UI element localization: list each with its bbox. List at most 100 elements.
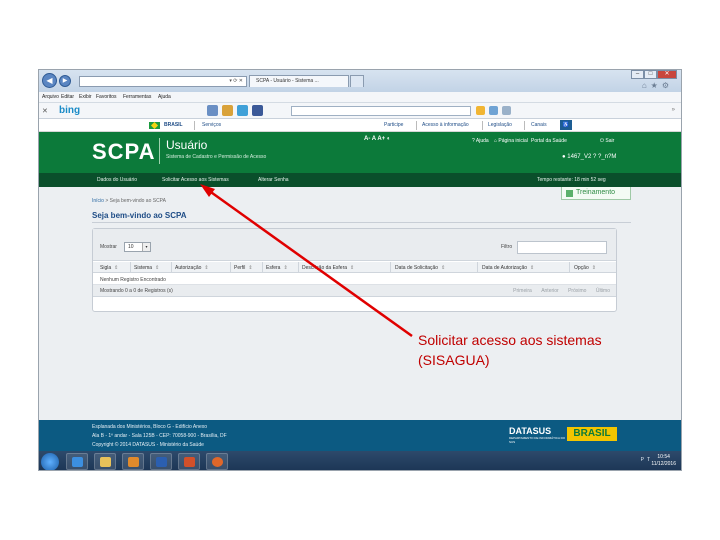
browser-tab-scpa[interactable]: SCPA - Usuário - Sistema ... [249,75,349,87]
weather-icon[interactable] [237,105,248,116]
popup-icon[interactable] [502,106,511,115]
table-info: Mostrando 0 a 0 de Registros (s) [100,288,173,294]
table-footer: Mostrando 0 a 0 de Registros (s) Primeir… [93,285,616,297]
sair-link[interactable]: ⏻ Sair [600,138,614,144]
site-footer: Esplanada dos Ministérios, Bloco G - Edi… [39,420,681,451]
nav-solicitar-acesso[interactable]: Solicitar Acesso aos Sistemas [162,177,229,183]
menu-ajuda[interactable]: Ajuda [158,94,171,100]
browser-titlebar: ◀ ▶ ▾ ⟳ ✕ SCPA - Usuário - Sistema ... –… [39,70,681,92]
empty-message: Nenhum Registro Encontrado [100,277,166,283]
address-bar[interactable]: ▾ ⟳ ✕ [79,76,247,87]
header-subtitle: Usuário [166,138,208,152]
printer-icon[interactable] [207,105,218,116]
footer-copyright: Copyright © 2014 DATASUS - Ministério da… [92,442,204,448]
site-header: SCPA Usuário Sistema de Cadastro e Permi… [39,132,681,173]
bing-toolbar: ✕ bing » [39,103,681,119]
menu-arquivo[interactable]: Arquivo [42,94,59,100]
ie-toolbar-icons[interactable]: ⌂★⚙ [642,81,673,90]
gov-bar: BRASIL Serviços Participe Acesso à infor… [39,119,681,132]
window-controls: – □ ✕ [631,70,677,79]
pager-primeira[interactable]: Primeira [513,288,532,294]
footer-address-2: Ala B - 1º andar - Sala 125B - CEP: 7005… [92,433,227,439]
pager-anterior[interactable]: Anterior [541,288,559,294]
mostrar-label: Mostrar [100,244,117,250]
bing-tail-icons [476,106,511,115]
breadcrumb: Início > Seja bem-vindo ao SCPA [92,198,166,204]
col-opcao[interactable]: Opção ⇕ [574,265,596,271]
facebook-icon[interactable] [252,105,263,116]
footer-address-1: Esplanada dos Ministérios, Bloco G - Edi… [92,424,208,430]
table-header: Sigla ⇕ Sistema ⇕ Autorização ⇕ Perfil ⇕ Esf… [93,262,616,273]
start-button[interactable] [41,453,59,470]
main-nav: Dados do Usuário Solicitar Acesso aos Si… [39,173,681,187]
taskbar-firefox[interactable] [206,453,228,470]
access-table-panel: Mostrar 10 ▾ Filtro Sigla ⇕ Sistema ⇕ Autor… [92,228,617,312]
accessibility-icon[interactable]: ♿ [560,120,572,130]
taskbar-ie[interactable] [66,453,88,470]
nav-dados-usuario[interactable]: Dados do Usuário [97,177,137,183]
tools-icon[interactable] [222,105,233,116]
close-toolbar-icon[interactable]: ✕ [42,107,48,115]
menu-ferramentas[interactable]: Ferramentas [123,94,151,100]
menu-editar[interactable]: Editar [61,94,74,100]
servicos-link[interactable]: Serviços [202,122,221,128]
minimize-button[interactable]: – [631,70,644,79]
nav-alterar-senha[interactable]: Alterar Senha [258,177,289,183]
col-descricao-esfera[interactable]: Descrição da Esfera ⇕ [302,265,354,271]
forward-button[interactable]: ▶ [59,75,71,87]
font-size-controls[interactable]: A- A A+ ◐ [364,136,390,142]
col-data-solicitacao[interactable]: Data de Solicitação ⇕ [395,265,445,271]
translate-icon[interactable] [489,106,498,115]
page-size-select[interactable]: 10 ▾ [124,242,151,252]
bing-search-input[interactable] [291,106,471,116]
col-perfil[interactable]: Perfil ⇕ [234,265,253,271]
page-title: Seja bem-vindo ao SCPA [92,211,187,220]
header-description: Sistema de Cadastro e Permissão de Acess… [166,154,267,160]
user-identifier: ● 1467_V2 ? ?_n?M [562,154,617,160]
participe-link[interactable]: Participe [384,122,403,128]
menu-bar: Arquivo Editar Exibir Favoritos Ferramen… [39,92,681,103]
toolbar-icons [207,105,263,116]
acesso-informacao-link[interactable]: Acesso à informação [422,122,469,128]
clock[interactable]: 10:54 11/12/2016 [651,454,676,468]
ajuda-link[interactable]: ? Ajuda [472,138,489,144]
menu-favoritos[interactable]: Favoritos [96,94,117,100]
chevron-right-icon[interactable]: » [672,107,675,113]
windows-taskbar: PT 10:54 11/12/2016 [39,451,681,470]
brasil-link[interactable]: BRASIL [164,122,183,128]
address-controls-icon[interactable]: ▾ ⟳ ✕ [229,77,243,86]
legislacao-link[interactable]: Legislação [488,122,512,128]
bing-logo: bing [59,105,81,116]
datasus-logo: DATASUS DEPARTAMENTO DE INFORMÁTICA DO SU… [509,426,566,444]
col-data-autorizacao[interactable]: Data de Autorização ⇕ [482,265,534,271]
session-timer: Tempo restante: 18 min 52 seg [537,177,606,183]
brasil-gov-logo: BRASIL [567,427,617,441]
annotation-text: Solicitar acesso aos sistemas (SISAGUA) [418,332,602,368]
taskbar-word[interactable] [150,453,172,470]
col-sigla[interactable]: Sigla ⇕ [100,265,118,271]
close-button[interactable]: ✕ [657,70,677,79]
treinamento-button[interactable]: Treinamento [561,187,631,200]
taskbar-media[interactable] [122,453,144,470]
col-sistema[interactable]: Sistema ⇕ [134,265,159,271]
portal-saude-link[interactable]: Portal da Saúde [531,138,567,144]
filter-input[interactable] [517,241,607,254]
menu-exibir[interactable]: Exibir [79,94,92,100]
back-button[interactable]: ◀ [42,73,57,88]
favorites-icon[interactable] [476,106,485,115]
chevron-down-icon: ▾ [142,243,150,251]
new-tab-button[interactable] [350,75,364,87]
pager-proximo[interactable]: Próximo [568,288,586,294]
col-autorizacao[interactable]: Autorização ⇕ [175,265,209,271]
browser-window: ◀ ▶ ▾ ⟳ ✕ SCPA - Usuário - Sistema ... –… [38,69,682,471]
maximize-button[interactable]: □ [644,70,657,79]
pager-ultimo[interactable]: Último [596,288,610,294]
canais-link[interactable]: Canais [531,122,547,128]
table-row: Nenhum Registro Encontrado [93,274,616,285]
col-esfera[interactable]: Esfera ⇕ [266,265,288,271]
taskbar-explorer[interactable] [94,453,116,470]
pagina-inicial-link[interactable]: ⌂ Página inicial [494,138,528,144]
taskbar-powerpoint[interactable] [178,453,200,470]
breadcrumb-home[interactable]: Início [92,198,104,204]
document-icon [566,190,573,197]
